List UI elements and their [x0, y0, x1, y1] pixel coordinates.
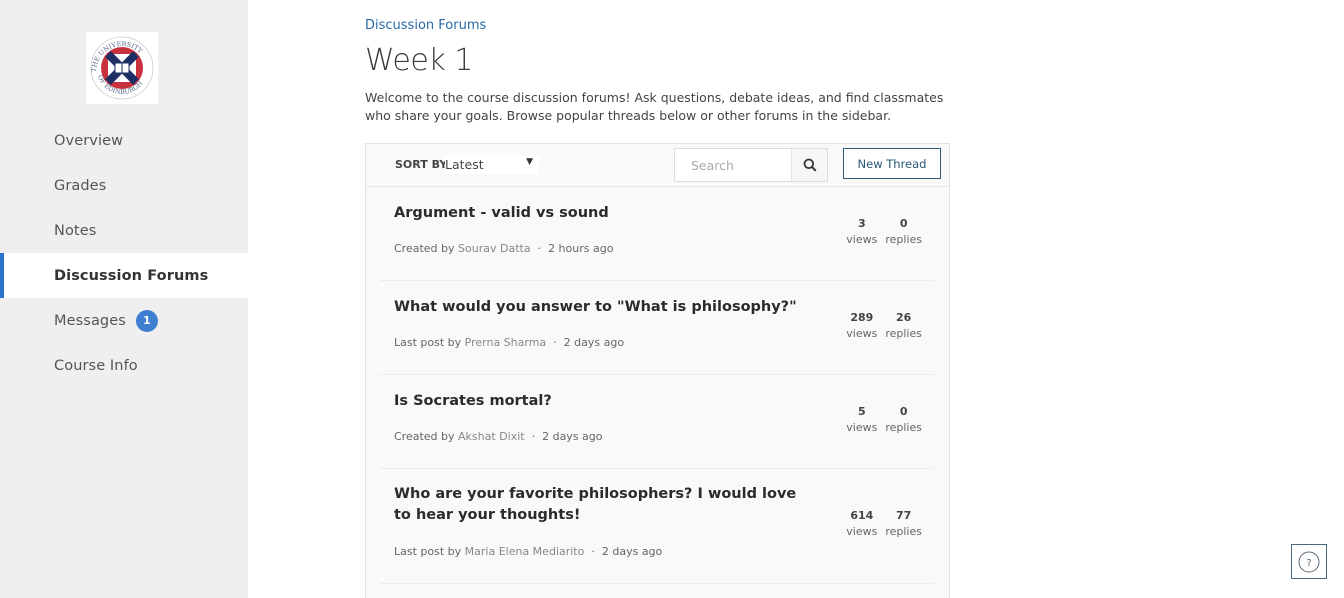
search-input[interactable] — [675, 149, 791, 181]
sidebar-item-messages[interactable]: Messages 1 — [0, 298, 248, 343]
sort-selected-value: Latest — [445, 157, 484, 172]
views-count: 289 — [850, 311, 874, 324]
thread-row[interactable]: Who are your favorite philosophers? I wo… — [380, 469, 934, 584]
thread-stats: 289 views 26 replies — [846, 310, 922, 342]
svg-text:?: ? — [1306, 558, 1311, 569]
thread-title[interactable]: Argument - valid vs sound — [394, 203, 814, 224]
replies-stat: 0 replies — [885, 404, 922, 436]
thread-stats: 3 views 0 replies — [846, 216, 922, 248]
thread-time: 2 days ago — [563, 336, 625, 349]
threads-panel: SORT BY: Latest ▼ New Thread Argument - … — [365, 143, 950, 598]
thread-author[interactable]: Akshat Dixit — [458, 430, 525, 443]
replies-label: replies — [885, 233, 922, 246]
new-thread-button[interactable]: New Thread — [843, 148, 941, 179]
thread-title[interactable]: What would you answer to "What is philos… — [394, 297, 814, 318]
question-circle-icon: ? — [1298, 551, 1320, 572]
views-label: views — [846, 233, 878, 246]
sort-by-label: SORT BY: — [395, 158, 451, 171]
views-stat: 289 views — [846, 310, 877, 342]
meta-prefix: Created by — [394, 242, 455, 255]
thread-author[interactable]: Maria Elena Mediarito — [465, 545, 585, 558]
sidebar-nav: Overview Grades Notes Discussion Forums … — [0, 118, 248, 388]
thread-time: 2 hours ago — [548, 242, 614, 255]
replies-count: 77 — [896, 509, 912, 522]
replies-label: replies — [885, 525, 922, 538]
search-box — [674, 148, 828, 182]
meta-separator: · — [534, 242, 545, 255]
thread-title[interactable]: Who are your favorite philosophers? I wo… — [394, 484, 814, 526]
meta-separator: · — [528, 430, 539, 443]
thread-author[interactable]: Sourav Datta — [458, 242, 531, 255]
thread-stats: 614 views 77 replies — [846, 508, 922, 540]
sidebar-item-label: Messages — [54, 312, 126, 329]
views-label: views — [846, 327, 878, 340]
thread-row[interactable]: Argument - valid vs sound Created by Sou… — [380, 187, 934, 281]
search-icon — [803, 158, 817, 172]
unread-count-badge: 1 — [135, 309, 158, 332]
views-count: 3 — [857, 217, 866, 230]
views-count: 614 — [850, 509, 874, 522]
sidebar-item-label: Notes — [54, 222, 97, 239]
thread-row[interactable]: Is Socrates mortal? Created by Akshat Di… — [380, 375, 934, 469]
sidebar: THE UNIVERSITY OF EDINBURGH Overview Gra… — [0, 0, 248, 598]
sidebar-item-label: Overview — [54, 132, 124, 149]
sidebar-item-grades[interactable]: Grades — [0, 163, 248, 208]
thread-row[interactable]: What would you answer to "What is philos… — [380, 281, 934, 375]
replies-stat: 77 replies — [885, 508, 922, 540]
thread-meta: Created by Akshat Dixit · 2 days ago — [394, 430, 603, 443]
views-label: views — [846, 421, 878, 434]
help-button[interactable]: ? — [1291, 544, 1327, 579]
thread-time: 2 days ago — [542, 430, 603, 443]
replies-stat: 26 replies — [885, 310, 922, 342]
replies-count: 0 — [899, 405, 908, 418]
thread-meta: Created by Sourav Datta · 2 hours ago — [394, 242, 613, 255]
views-count: 5 — [857, 405, 866, 418]
university-logo[interactable]: THE UNIVERSITY OF EDINBURGH — [86, 32, 158, 104]
sidebar-item-label: Course Info — [54, 357, 138, 374]
breadcrumb-discussion-forums[interactable]: Discussion Forums — [365, 18, 486, 33]
dropdown-arrow-icon: ▼ — [526, 157, 533, 167]
page-title: Week 1 — [365, 43, 473, 78]
meta-separator: · — [549, 336, 561, 349]
sidebar-item-label: Discussion Forums — [54, 267, 209, 284]
replies-count: 26 — [896, 311, 912, 324]
views-stat: 614 views — [846, 508, 877, 540]
thread-meta: Last post by Maria Elena Mediarito · 2 d… — [394, 545, 662, 558]
meta-prefix: Last post by — [394, 336, 462, 349]
sidebar-item-label: Grades — [54, 177, 107, 194]
forum-description: Welcome to the course discussion forums!… — [365, 90, 944, 123]
thread-stats: 5 views 0 replies — [846, 404, 922, 436]
replies-count: 0 — [899, 217, 908, 230]
edinburgh-crest-icon: THE UNIVERSITY OF EDINBURGH — [86, 32, 158, 104]
sidebar-item-overview[interactable]: Overview — [0, 118, 248, 163]
meta-separator: · — [587, 545, 599, 558]
search-button[interactable] — [791, 149, 827, 181]
replies-stat: 0 replies — [885, 216, 922, 248]
thread-time: 2 days ago — [601, 545, 663, 558]
thread-meta: Last post by Prerna Sharma · 2 days ago — [394, 336, 624, 349]
meta-prefix: Created by — [394, 430, 455, 443]
thread-title[interactable]: Is Socrates mortal? — [394, 391, 814, 412]
views-stat: 3 views — [846, 216, 877, 248]
views-stat: 5 views — [846, 404, 877, 436]
sort-dropdown[interactable]: Latest ▼ — [445, 155, 539, 174]
views-label: views — [846, 525, 878, 538]
threads-toolbar: SORT BY: Latest ▼ New Thread — [366, 144, 949, 187]
sidebar-item-course-info[interactable]: Course Info — [0, 343, 248, 388]
sidebar-item-notes[interactable]: Notes — [0, 208, 248, 253]
meta-prefix: Last post by — [394, 545, 462, 558]
thread-author[interactable]: Prerna Sharma — [465, 336, 547, 349]
replies-label: replies — [885, 327, 922, 340]
sidebar-item-discussion-forums[interactable]: Discussion Forums — [0, 253, 248, 298]
replies-label: replies — [885, 421, 922, 434]
